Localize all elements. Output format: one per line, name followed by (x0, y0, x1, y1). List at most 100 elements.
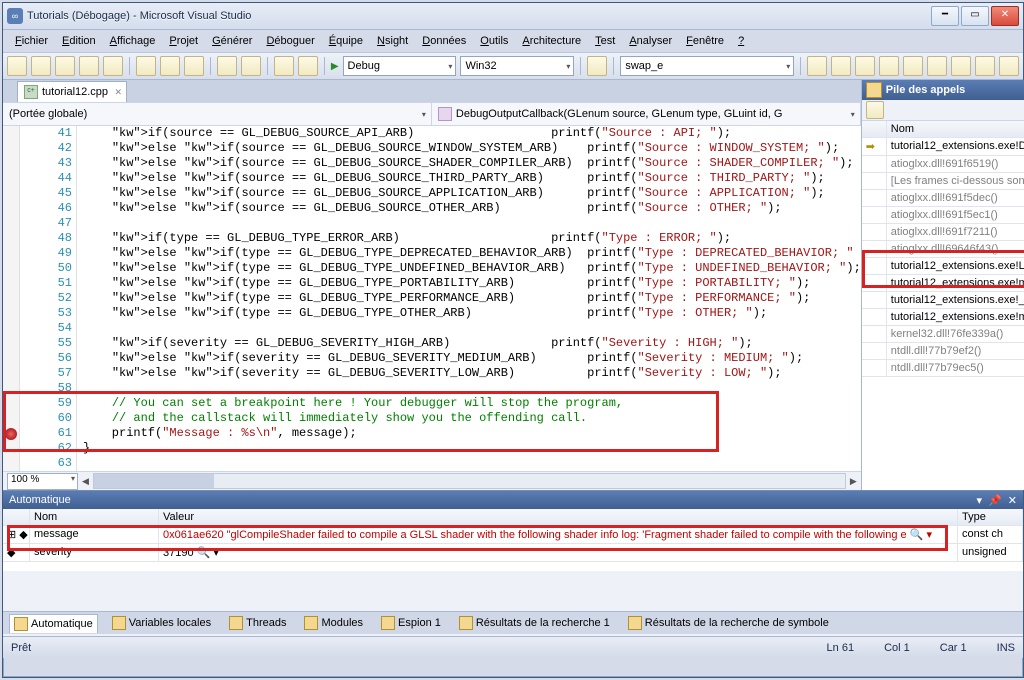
auto-header-type[interactable]: Type (958, 509, 1023, 525)
hscroll-right-icon[interactable]: ▶ (850, 476, 857, 487)
menu-item[interactable]: Projet (163, 33, 204, 49)
save-icon[interactable] (79, 56, 99, 76)
tab-icon (304, 616, 318, 630)
callstack-row[interactable]: tutorial12_extensions.exe!main() Ligne 1… (862, 275, 1024, 292)
tool-icon-2[interactable] (831, 56, 851, 76)
menu-item[interactable]: Test (589, 33, 621, 49)
callstack-row[interactable]: ntdll.dll!77b79ef2() (862, 343, 1024, 360)
tool-icon-3[interactable] (855, 56, 875, 76)
menu-item[interactable]: Affichage (104, 33, 162, 49)
status-ln: Ln 61 (827, 642, 855, 654)
horizontal-scrollbar[interactable] (93, 473, 846, 489)
callstack-row[interactable]: ➡tutorial12_extensions.exe!DebugOutputCa… (862, 138, 1024, 156)
menu-item[interactable]: Nsight (371, 33, 414, 49)
bottom-tab[interactable]: Résultats de la recherche de symbole (624, 614, 833, 632)
code-editor[interactable]: 4142434445464748495051525354555657585960… (3, 126, 861, 471)
file-tab[interactable]: c+ tutorial12.cpp ✕ (17, 81, 127, 102)
callstack-row[interactable]: atioglxx.dll!691f7211() (862, 224, 1024, 241)
tool-icon-8[interactable] (975, 56, 995, 76)
panel-pin2-icon[interactable]: 📌 (988, 494, 1002, 507)
menubar: FichierEditionAffichageProjetGénérerDébo… (3, 30, 1023, 53)
callstack-row[interactable]: [Les frames ci-dessous sont peut-être in… (862, 173, 1024, 190)
menu-item[interactable]: Générer (206, 33, 258, 49)
auto-row[interactable]: ◆severity37190 🔍 ▾unsigned (3, 544, 1023, 562)
scope-combo-right[interactable]: DebugOutputCallback(GLenum source, GLenu… (432, 103, 861, 125)
menu-item[interactable]: Edition (56, 33, 102, 49)
copy-icon[interactable] (160, 56, 180, 76)
find-combo[interactable]: swap_e (620, 56, 794, 76)
panel-pin-icon[interactable]: ▾ (977, 494, 983, 507)
bottom-tab[interactable]: Automatique (9, 614, 98, 633)
callstack-row[interactable]: atioglxx.dll!691f5dec() (862, 190, 1024, 207)
status-ready: Prêt (11, 642, 31, 654)
callstack-icon (866, 82, 882, 98)
zoom-combo[interactable]: 100 % (7, 473, 78, 490)
bottom-tab[interactable]: Espion 1 (377, 614, 445, 632)
callstack-header-name[interactable]: Nom (887, 121, 1024, 137)
callstack-title: Pile des appels ✕ (862, 80, 1024, 100)
auto-header-value[interactable]: Valeur (159, 509, 958, 525)
tab-icon (381, 616, 395, 630)
cut-icon[interactable] (136, 56, 156, 76)
hscroll-left-icon[interactable]: ◀ (82, 476, 89, 487)
callstack-row[interactable]: kernel32.dll!76fe339a() (862, 326, 1024, 343)
tool-icon-1[interactable] (807, 56, 827, 76)
callstack-row[interactable]: atioglxx.dll!691f6519() (862, 156, 1024, 173)
save-all-icon[interactable] (103, 56, 123, 76)
callstack-row[interactable]: tutorial12_extensions.exe!__tmainCRTStar… (862, 292, 1024, 309)
bottom-tab[interactable]: Variables locales (108, 614, 215, 632)
add-item-icon[interactable] (31, 56, 51, 76)
config-combo[interactable]: Debug (343, 56, 457, 76)
menu-item[interactable]: Fenêtre (680, 33, 730, 49)
tool-icon-6[interactable] (927, 56, 947, 76)
tool-icon-7[interactable] (951, 56, 971, 76)
status-col: Col 1 (884, 642, 910, 654)
current-frame-icon: ➡ (866, 141, 875, 153)
callstack-row[interactable]: tutorial12_extensions.exe!mainCRTStartup… (862, 309, 1024, 326)
bottom-tab[interactable]: Modules (300, 614, 367, 632)
menu-item[interactable]: Architecture (516, 33, 587, 49)
auto-panel-title: Automatique (9, 494, 71, 506)
paste-icon[interactable] (184, 56, 204, 76)
panel-x-icon[interactable]: ✕ (1008, 494, 1017, 507)
new-project-icon[interactable] (7, 56, 27, 76)
breakpoint-icon[interactable] (5, 428, 17, 440)
auto-row[interactable]: ⊞ ◆message0x061ae620 "glCompileShader fa… (3, 526, 1023, 544)
menu-item[interactable]: Analyser (623, 33, 678, 49)
tab-icon (14, 617, 28, 631)
tool-icon-9[interactable] (999, 56, 1019, 76)
scope-combo-left[interactable]: (Portée globale) (3, 103, 432, 125)
callstack-row[interactable]: atioglxx.dll!691f5ec1() (862, 207, 1024, 224)
close-button[interactable]: ✕ (991, 6, 1019, 26)
menu-item[interactable]: Outils (474, 33, 514, 49)
start-debug-icon[interactable]: ▶ (331, 61, 339, 72)
nav-back-icon[interactable] (274, 56, 294, 76)
status-car: Car 1 (940, 642, 967, 654)
menu-item[interactable]: Données (416, 33, 472, 49)
minimize-button[interactable]: ━ (931, 6, 959, 26)
menu-item[interactable]: Déboguer (260, 33, 320, 49)
callstack-row[interactable]: atioglxx.dll!69646f43() (862, 241, 1024, 258)
close-tab-icon[interactable]: ✕ (115, 87, 123, 98)
redo-icon[interactable] (241, 56, 261, 76)
platform-combo[interactable]: Win32 (460, 56, 574, 76)
bottom-tab[interactable]: Threads (225, 614, 290, 632)
tool-icon-4[interactable] (879, 56, 899, 76)
maximize-button[interactable]: ▭ (961, 6, 989, 26)
file-tab-label: tutorial12.cpp (42, 86, 108, 98)
auto-header-name[interactable]: Nom (30, 509, 159, 525)
callstack-row[interactable]: tutorial12_extensions.exe!LoadShaders(co… (862, 258, 1024, 275)
callstack-row[interactable]: ntdll.dll!77b79ec5() (862, 360, 1024, 377)
app-icon: ∞ (7, 8, 23, 24)
menu-item[interactable]: Équipe (323, 33, 369, 49)
open-icon[interactable] (55, 56, 75, 76)
menu-item[interactable]: Fichier (9, 33, 54, 49)
undo-icon[interactable] (217, 56, 237, 76)
menu-item[interactable]: ? (732, 33, 750, 49)
tool-icon-5[interactable] (903, 56, 923, 76)
misc-icon[interactable] (587, 56, 607, 76)
bottom-tab[interactable]: Résultats de la recherche 1 (455, 614, 614, 632)
nav-fwd-icon[interactable] (298, 56, 318, 76)
tab-icon (628, 616, 642, 630)
callstack-tool-icon[interactable] (866, 101, 884, 119)
